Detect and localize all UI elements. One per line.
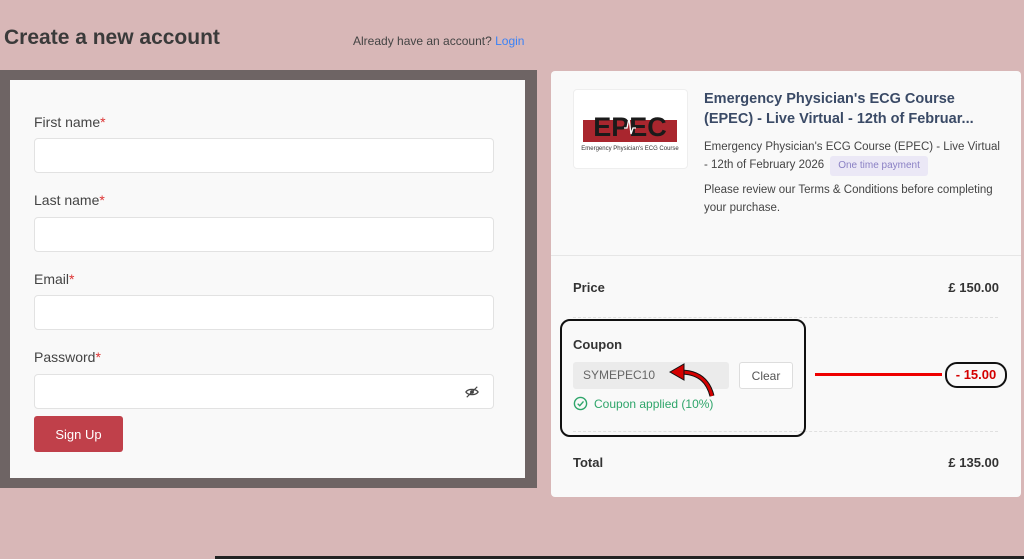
total-value: £ 135.00 <box>948 455 999 470</box>
terms-notice: Please review our Terms & Conditions bef… <box>704 184 993 214</box>
login-prompt: Already have an account? Login <box>353 34 524 48</box>
divider <box>573 317 998 318</box>
have-account-text: Already have an account? <box>353 34 492 48</box>
course-description: Emergency Physician's ECG Course (EPEC) … <box>704 138 1004 176</box>
last-name-label: Last name* <box>34 192 105 208</box>
hide-password-icon[interactable] <box>465 385 479 399</box>
price-label: Price <box>573 280 605 295</box>
last-name-input[interactable] <box>34 217 494 252</box>
signup-form: First name* Last name* Email* Password* … <box>10 80 525 478</box>
email-label: Email* <box>34 271 75 287</box>
arrow-annotation-icon <box>668 363 715 397</box>
course-title: Emergency Physician's ECG Course (EPEC) … <box>704 91 974 127</box>
email-input[interactable] <box>34 295 494 330</box>
password-label: Password* <box>34 349 101 365</box>
divider <box>551 255 1021 256</box>
svg-text:Emergency Physician's ECG Cour: Emergency Physician's ECG Course <box>581 146 679 152</box>
signup-button[interactable]: Sign Up <box>34 416 123 452</box>
total-label: Total <box>573 455 604 470</box>
signup-form-frame: First name* Last name* Email* Password* … <box>0 70 537 488</box>
first-name-input[interactable] <box>34 138 494 173</box>
payment-type-badge: One time payment <box>830 156 928 176</box>
course-logo: EPEC Emergency Physician's ECG Course <box>573 89 688 169</box>
password-input[interactable] <box>34 374 494 409</box>
first-name-label: First name* <box>34 114 106 130</box>
annotation-line <box>815 373 942 376</box>
price-value: £ 150.00 <box>948 280 999 295</box>
discount-annotation: - 15.00 <box>945 362 1007 388</box>
page-title: Create a new account <box>4 26 220 49</box>
login-link[interactable]: Login <box>495 34 524 48</box>
